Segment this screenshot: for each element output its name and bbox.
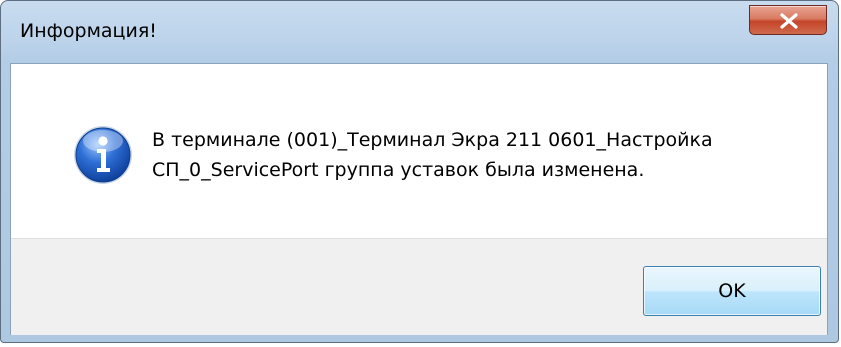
ok-button[interactable]: OK [643,266,821,316]
message-line-1: В терминале (001)_Терминал Экра 211 0601… [152,129,713,151]
close-x-icon [780,13,798,29]
title-bar[interactable]: Информация! [1,1,838,63]
info-icon [74,126,132,184]
dialog-body: В терминале (001)_Терминал Экра 211 0601… [10,63,828,335]
button-bar: OK [11,238,827,335]
message-line-2: СП_0_ServicePort группа уставок была изм… [152,159,645,181]
dialog-title: Информация! [20,20,157,42]
close-button[interactable] [749,5,827,35]
message-area: В терминале (001)_Терминал Экра 211 0601… [11,64,827,238]
message-dialog: Информация! В терминале (001)_Терминал Э… [0,0,839,343]
message-text: В терминале (001)_Терминал Экра 211 0601… [152,125,792,185]
